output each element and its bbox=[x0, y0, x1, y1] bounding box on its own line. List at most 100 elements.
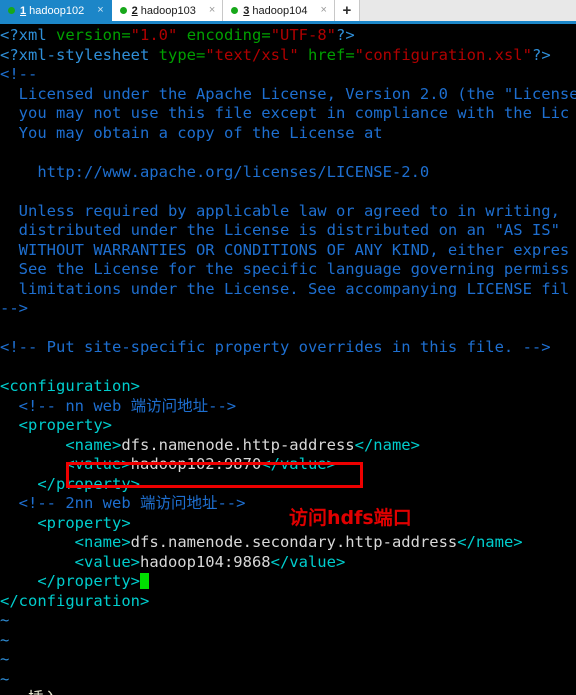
code-span: You may obtain a copy of the License at bbox=[0, 123, 383, 142]
add-tab-button[interactable]: + bbox=[334, 0, 360, 21]
terminal-line: See the License for the specific languag… bbox=[0, 260, 576, 280]
code-span: </property> bbox=[0, 474, 140, 493]
tab-index: 3 bbox=[243, 4, 250, 17]
terminal-line: ~ bbox=[0, 670, 576, 690]
code-span: </configuration> bbox=[0, 591, 150, 610]
code-span: href= bbox=[308, 45, 355, 64]
session-tab-hadoop104[interactable]: 3 hadoop104 × bbox=[223, 0, 335, 21]
tab-index: 1 bbox=[20, 4, 27, 17]
code-span: limitations under the License. See accom… bbox=[0, 279, 570, 298]
code-span: </name> bbox=[457, 533, 523, 551]
code-span: -- 插入 -- bbox=[0, 689, 87, 695]
terminal-line: -- 插入 -- bbox=[0, 689, 576, 695]
terminal-line: <value>hadoop104:9868</value> bbox=[0, 553, 576, 573]
code-span: <?xml bbox=[0, 26, 47, 44]
terminal-line: </property> bbox=[0, 572, 576, 592]
session-tab-hadoop102[interactable]: 1 hadoop102 × bbox=[0, 0, 112, 21]
tab-index: 2 bbox=[131, 4, 138, 17]
close-icon[interactable]: × bbox=[317, 5, 329, 16]
terminal-line: --> bbox=[0, 299, 576, 319]
terminal-line: <property> bbox=[0, 514, 576, 534]
code-span bbox=[177, 26, 186, 44]
terminal-line: <!-- Put site-specific property override… bbox=[0, 338, 576, 358]
code-span: <!-- bbox=[0, 65, 38, 83]
code-span: "UTF-8" bbox=[270, 26, 337, 44]
connection-status-dot-icon bbox=[8, 7, 15, 14]
code-span: Licensed under the Apache License, Versi… bbox=[0, 84, 576, 103]
code-span: See the License for the specific languag… bbox=[0, 260, 570, 278]
text-cursor bbox=[139, 573, 149, 589]
tab-label: hadoop103 bbox=[140, 4, 196, 17]
code-span: <property> bbox=[0, 513, 131, 532]
code-span: <?xml-stylesheet bbox=[0, 45, 150, 64]
code-span: <value> bbox=[0, 455, 131, 473]
terminal-screen[interactable]: <?xml version="1.0" encoding="UTF-8"?> <?… bbox=[0, 24, 576, 695]
code-span: Unless required by applicable law or agr… bbox=[0, 201, 560, 220]
terminal-line: <name>dfs.namenode.http-address</name> bbox=[0, 436, 576, 456]
tab-label: hadoop102 bbox=[29, 4, 85, 17]
terminal-line: distributed under the License is distrib… bbox=[0, 221, 576, 241]
terminal-line: limitations under the License. See accom… bbox=[0, 280, 576, 300]
annotation-note-text: 访问hdfs端口 bbox=[289, 507, 412, 529]
terminal-line: <?xml-stylesheet type="text/xsl" href="c… bbox=[0, 46, 576, 66]
code-span: <!-- nn web 端访问地址--> bbox=[0, 396, 237, 415]
code-span: WITHOUT WARRANTIES OR CONDITIONS OF ANY … bbox=[0, 240, 570, 259]
code-span: "configuration.xsl" bbox=[354, 45, 532, 64]
code-span: hadoop104:9868 bbox=[139, 552, 271, 571]
close-icon[interactable]: × bbox=[94, 5, 106, 16]
terminal-line: <?xml version="1.0" encoding="UTF-8"?> bbox=[0, 26, 576, 46]
code-span: you may not use this file except in comp… bbox=[0, 104, 570, 122]
terminal-line: you may not use this file except in comp… bbox=[0, 104, 576, 124]
terminal-line: Unless required by applicable law or agr… bbox=[0, 202, 576, 222]
code-span: encoding= bbox=[186, 26, 271, 44]
connection-status-dot-icon bbox=[231, 7, 239, 14]
code-span: <!-- Put site-specific property override… bbox=[0, 338, 551, 356]
terminal-line: ~ bbox=[0, 611, 576, 631]
code-span: type= bbox=[158, 45, 206, 64]
code-span: "1.0" bbox=[130, 26, 178, 44]
code-span: ?> bbox=[531, 45, 551, 64]
code-span: <property> bbox=[0, 416, 112, 434]
session-tab-hadoop103[interactable]: 2 hadoop103 × bbox=[111, 0, 224, 21]
code-span: dfs.namenode.secondary.http-address bbox=[130, 533, 458, 551]
terminal-line: ~ bbox=[0, 631, 576, 651]
code-span: dfs.namenode.http-address bbox=[121, 435, 355, 454]
terminal-line: You may obtain a copy of the License at bbox=[0, 124, 576, 144]
terminal-line: <!-- 2nn web 端访问地址--> bbox=[0, 494, 576, 514]
code-span: </property> bbox=[0, 572, 140, 590]
code-span: ~ bbox=[0, 630, 10, 649]
code-span: ?> bbox=[336, 26, 355, 44]
terminal-line: <!-- bbox=[0, 65, 576, 85]
code-span bbox=[47, 26, 56, 44]
code-span: hadoop102:9870 bbox=[130, 455, 262, 473]
close-icon[interactable]: × bbox=[206, 5, 218, 16]
code-span bbox=[149, 46, 158, 64]
terminal-line: <value>hadoop102:9870</value> bbox=[0, 455, 576, 475]
code-span: http://www.apache.org/licenses/LICENSE-2… bbox=[0, 162, 430, 181]
tab-label: hadoop104 bbox=[252, 4, 308, 17]
vim-editor-buffer[interactable]: <?xml version="1.0" encoding="UTF-8"?> <?… bbox=[0, 26, 576, 695]
session-tab-bar: 1 hadoop102 × 2 hadoop103 × 3 hadoop104 … bbox=[0, 0, 576, 24]
terminal-line: Licensed under the Apache License, Versi… bbox=[0, 85, 576, 105]
code-span: version= bbox=[56, 26, 131, 44]
code-span: </name> bbox=[354, 435, 420, 454]
code-span: <value> bbox=[0, 552, 140, 571]
code-span: ~ bbox=[0, 669, 10, 688]
terminal-line: <!-- nn web 端访问地址--> bbox=[0, 397, 576, 417]
terminal-line: http://www.apache.org/licenses/LICENSE-2… bbox=[0, 163, 576, 183]
terminal-line: ~ bbox=[0, 650, 576, 670]
code-span: </value> bbox=[270, 552, 346, 571]
terminal-line: <name>dfs.namenode.secondary.http-addres… bbox=[0, 533, 576, 553]
code-span: ~ bbox=[0, 611, 10, 629]
code-span bbox=[299, 46, 308, 64]
terminal-line: </property> bbox=[0, 475, 576, 495]
code-span: "text/xsl" bbox=[205, 45, 299, 64]
tab-bar-filler bbox=[359, 0, 576, 21]
code-span: distributed under the License is distrib… bbox=[0, 221, 560, 239]
code-span: <name> bbox=[0, 435, 122, 454]
code-span: </value> bbox=[261, 455, 336, 473]
code-span: <!-- 2nn web 端访问地址--> bbox=[0, 494, 246, 512]
